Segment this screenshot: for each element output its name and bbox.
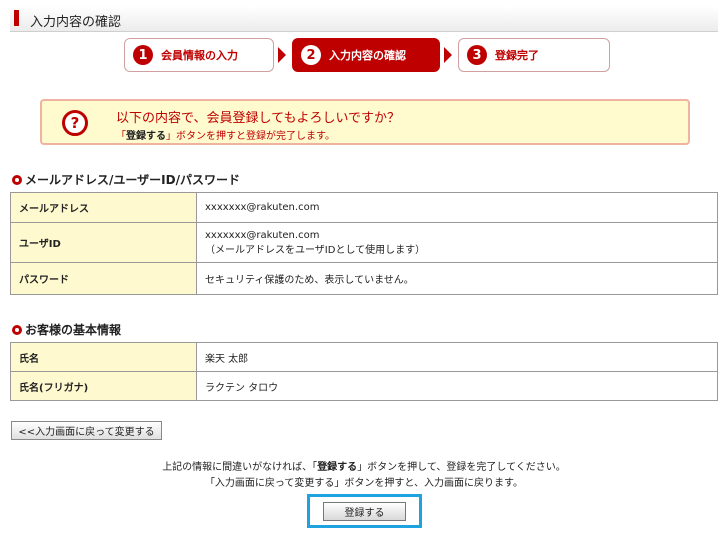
step-label-1: 会員情報の入力 [161,49,238,62]
section-title-account: メールアドレス/ユーザーID/パスワード [12,171,240,188]
userid-value: xxxxxxx@rakuten.com [205,229,320,241]
row-value-name: 楽天 太郎 [196,342,718,372]
row-label-userid: ユーザID [10,222,197,263]
notice-post: 」ボタンを押して、登録を完了してください。 [357,462,566,473]
section-title-basic: お客様の基本情報 [12,321,121,338]
question-icon: ? [62,110,88,136]
confirmation-question: 以下の内容で、会員登録してもよろしいですか？ [116,111,401,126]
basic-info-table: 氏名 楽天 太郎 氏名(フリガナ) ラクテン タロウ [10,342,718,401]
progress-steps: 1 会員情報の入力 2 入力内容の確認 3 登録完了 [0,38,728,74]
bullet-icon [12,174,22,185]
note-pre: 「 [116,131,126,142]
row-value-userid: xxxxxxx@rakuten.com （メールアドレスをユーザIDとして使用し… [196,222,718,263]
userid-note: （メールアドレスをユーザIDとして使用します） [205,244,426,256]
table-row: 氏名(フリガナ) ラクテン タロウ [10,371,718,401]
step-member-info: 1 会員情報の入力 [124,38,274,72]
page-title: 入力内容の確認 [30,15,122,30]
row-value-email: xxxxxxx@rakuten.com [196,192,718,223]
register-button[interactable]: 登録する [323,502,406,521]
step-number-3: 3 [467,45,487,65]
step-confirm: 2 入力内容の確認 [292,38,440,72]
account-info-table: メールアドレス xxxxxxx@rakuten.com ユーザID xxxxxx… [10,192,718,295]
table-row: パスワード セキュリティ保護のため、表示していません。 [10,262,718,295]
notice-bold: 登録する [317,462,358,473]
step-arrow-icon [444,47,452,63]
row-label-password: パスワード [10,262,197,295]
confirmation-notice: ? 以下の内容で、会員登録してもよろしいですか？ 「登録する」ボタンを押すと登録… [40,99,690,145]
section-title-basic-text: お客様の基本情報 [25,323,122,337]
row-label-name: 氏名 [10,342,197,372]
back-to-edit-button[interactable]: <<入力画面に戻って変更する [11,421,162,440]
row-label-email: メールアドレス [10,192,197,223]
table-row: ユーザID xxxxxxx@rakuten.com （メールアドレスをユーザID… [10,222,718,263]
note-bold: 登録する [126,131,166,142]
table-row: 氏名 楽天 太郎 [10,342,718,372]
step-complete: 3 登録完了 [458,38,610,72]
table-row: メールアドレス xxxxxxx@rakuten.com [10,192,718,223]
row-label-furigana: 氏名(フリガナ) [10,371,197,401]
bullet-icon [12,324,22,335]
section-title-account-text: メールアドレス/ユーザーID/パスワード [25,173,240,187]
step-number-1: 1 [133,45,153,65]
step-arrow-icon [278,47,286,63]
note-post: 」ボタンを押すと登録が完了します。 [166,131,335,142]
step-label-2: 入力内容の確認 [329,49,406,62]
step-number-2: 2 [301,45,321,65]
instruction-text-2: 「入力画面に戻って変更する」ボタンを押すと、入力画面に戻ります。 [204,478,524,489]
page-header: 入力内容の確認 [10,6,718,32]
step-label-3: 登録完了 [495,49,539,62]
notice-pre: 上記の情報に間違いがなければ、「 [162,462,318,473]
row-value-password: セキュリティ保護のため、表示していません。 [196,262,718,295]
instruction-text-1: 上記の情報に間違いがなければ、「登録する」ボタンを押して、登録を完了してください… [0,458,728,473]
header-accent-bar [14,10,19,26]
row-value-furigana: ラクテン タロウ [196,371,718,401]
confirmation-note: 「登録する」ボタンを押すと登録が完了します。 [116,127,335,142]
